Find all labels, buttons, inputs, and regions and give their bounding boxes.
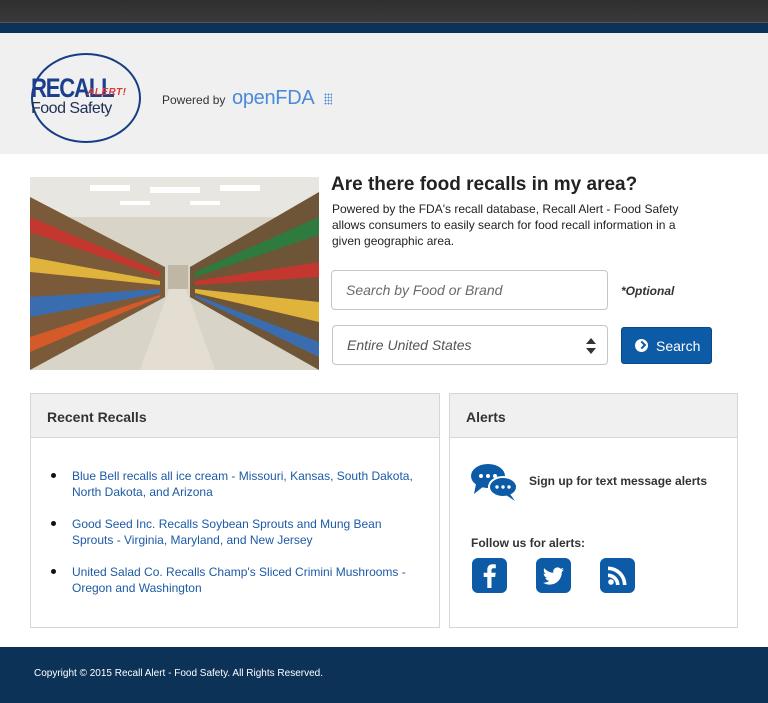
site-header: RECALL ALERT! Food Safety Powered by ope… (0, 33, 768, 154)
select-arrows-icon (586, 338, 596, 354)
copyright-text: Copyright © 2015 Recall Alert - Food Saf… (34, 668, 323, 679)
powered-by-label: Powered by (162, 93, 226, 107)
alerts-panel: Alerts Sign up for text message alerts F… (449, 393, 738, 628)
recent-recalls-panel: Recent Recalls Blue Bell recalls all ice… (30, 393, 440, 628)
follow-label: Follow us for alerts: (471, 536, 586, 550)
openfda-logo[interactable]: openFDA (232, 87, 315, 110)
recall-link[interactable]: Good Seed Inc. Recalls Soybean Sprouts a… (72, 517, 382, 547)
alerts-title: Alerts (450, 394, 737, 438)
site-footer: Copyright © 2015 Recall Alert - Food Saf… (0, 647, 768, 703)
grocery-aisle-image (30, 177, 319, 370)
list-item: United Salad Co. Recalls Champ's Sliced … (51, 564, 419, 596)
recall-link[interactable]: Blue Bell recalls all ice cream - Missou… (72, 469, 413, 499)
region-select-value: Entire United States (347, 337, 472, 353)
nav-strip (0, 23, 768, 33)
openfda-dots-icon (324, 93, 332, 105)
recent-recalls-title: Recent Recalls (31, 394, 439, 438)
signup-text[interactable]: Sign up for text message alerts (529, 474, 707, 488)
recall-link[interactable]: United Salad Co. Recalls Champ's Sliced … (72, 565, 406, 595)
logo-subtitle: Food Safety (31, 100, 112, 117)
recall-list: Blue Bell recalls all ice cream - Missou… (31, 438, 439, 596)
list-item: Blue Bell recalls all ice cream - Missou… (51, 468, 419, 500)
hero-description: Powered by the FDA's recall database, Re… (332, 202, 679, 248)
chat-bubbles-icon[interactable] (470, 462, 518, 502)
circle-chevron-right-icon (635, 339, 648, 352)
optional-label: *Optional (621, 284, 675, 298)
region-select[interactable]: Entire United States (332, 325, 608, 365)
search-button[interactable]: Search (621, 327, 712, 364)
food-brand-search-input[interactable] (331, 270, 608, 310)
rss-icon[interactable] (600, 558, 635, 593)
hero-title: Are there food recalls in my area? (331, 174, 638, 195)
list-item: Good Seed Inc. Recalls Soybean Sprouts a… (51, 516, 419, 548)
logo-alert-text: ALERT! (87, 87, 127, 98)
facebook-icon[interactable] (472, 558, 507, 593)
search-button-label: Search (656, 337, 701, 354)
twitter-icon[interactable] (536, 558, 571, 593)
browser-top-bar (0, 0, 768, 23)
